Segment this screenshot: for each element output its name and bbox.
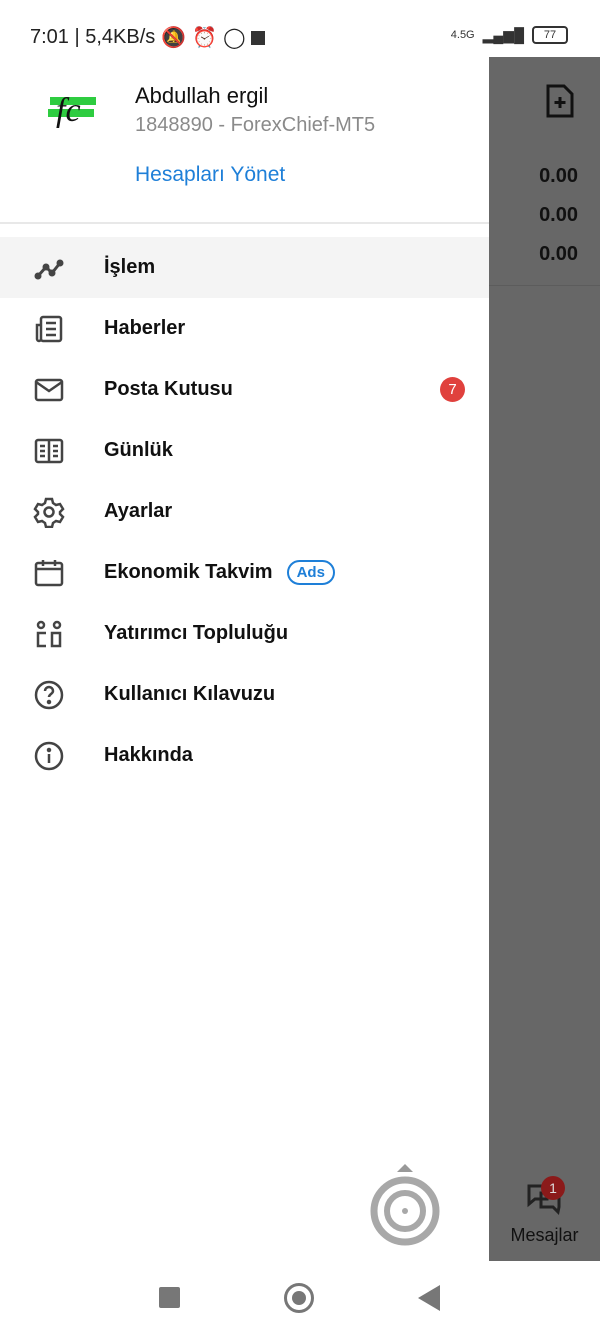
messages-badge: 1 <box>541 1176 565 1200</box>
calendar-icon <box>34 559 64 586</box>
menu-label: Posta Kutusu <box>104 378 233 400</box>
value-2: 0.00 <box>539 204 578 226</box>
menu-item-about[interactable]: Hakkında <box>0 725 489 786</box>
messages-tab[interactable]: 1 Mesajlar <box>489 1170 600 1246</box>
mute-icon: 🔕 <box>161 27 187 49</box>
manage-accounts-link[interactable]: Hesapları Yönet <box>135 163 285 187</box>
menu-item-journal[interactable]: Günlük <box>0 420 489 481</box>
account-details: 1848890 - ForexChief-MT5 <box>135 114 376 136</box>
info-icon <box>34 741 64 770</box>
menu-item-settings[interactable]: Ayarlar <box>0 481 489 542</box>
navigation-drawer: fc Abdullah ergil 1848890 - ForexChief-M… <box>0 57 489 1261</box>
gear-icon <box>33 497 65 528</box>
back-button[interactable] <box>418 1285 440 1311</box>
menu-item-mailbox[interactable]: Posta Kutusu 7 <box>0 359 489 420</box>
recents-button[interactable] <box>159 1287 180 1308</box>
menu-label: Haberler <box>104 317 186 339</box>
status-bar: 7:01 | 5,4KB/s 🔕 ⏰ ◯ 4.5G ▂▄▆█ 77 <box>0 0 600 57</box>
divider <box>489 285 600 286</box>
broker-logo: fc <box>48 92 96 129</box>
menu-label: Hakkında <box>104 744 193 766</box>
battery-indicator: 77 <box>532 26 568 44</box>
value-1: 0.00 <box>539 165 578 187</box>
alarm-icon: ⏰ <box>192 27 218 49</box>
menu-label: Ekonomik Takvim Ads <box>104 560 335 585</box>
status-time: 7:01 | 5,4KB/s <box>30 26 156 48</box>
value-3: 0.00 <box>539 243 578 265</box>
divider <box>0 222 489 224</box>
chart-line-icon <box>34 259 64 279</box>
mail-icon <box>34 378 64 401</box>
help-icon <box>34 680 64 709</box>
home-button[interactable] <box>284 1283 314 1313</box>
ads-tag: Ads <box>286 560 335 585</box>
menu-label: Yatırımcı Topluluğu <box>104 622 289 644</box>
notification-icon <box>251 30 266 45</box>
menu-item-community[interactable]: Yatırımcı Topluluğu <box>0 603 489 664</box>
background-scrim[interactable]: 0.00 0.00 0.00 <box>489 57 600 1261</box>
menu-item-news[interactable]: Haberler <box>0 298 489 359</box>
system-nav-bar <box>0 1261 600 1333</box>
new-document-icon <box>546 84 574 118</box>
journal-icon <box>34 438 64 463</box>
menu-item-user-guide[interactable]: Kullanıcı Kılavuzu <box>0 664 489 725</box>
menu-label-text: Ekonomik Takvim <box>104 560 273 583</box>
network-label: 4.5G <box>450 29 475 41</box>
svg-text:fc: fc <box>56 92 81 129</box>
menu-label: İşlem <box>104 256 156 278</box>
menu-item-trade[interactable]: İşlem <box>0 237 489 298</box>
unread-badge: 7 <box>440 377 465 402</box>
menu-label: Ayarlar <box>104 500 173 522</box>
community-icon <box>36 620 62 647</box>
signal-icon: ▂▄▆█ <box>482 26 524 43</box>
whatsapp-icon: ◯ <box>223 27 246 49</box>
account-name: Abdullah ergil <box>135 83 269 108</box>
messages-label: Mesajlar <box>510 1225 579 1245</box>
menu-label: Kullanıcı Kılavuzu <box>104 683 276 705</box>
news-icon <box>35 315 63 342</box>
menu-label: Günlük <box>104 439 173 461</box>
floating-assist-button[interactable] <box>370 1160 440 1250</box>
menu-item-economic-calendar[interactable]: Ekonomik Takvim Ads <box>0 542 489 603</box>
